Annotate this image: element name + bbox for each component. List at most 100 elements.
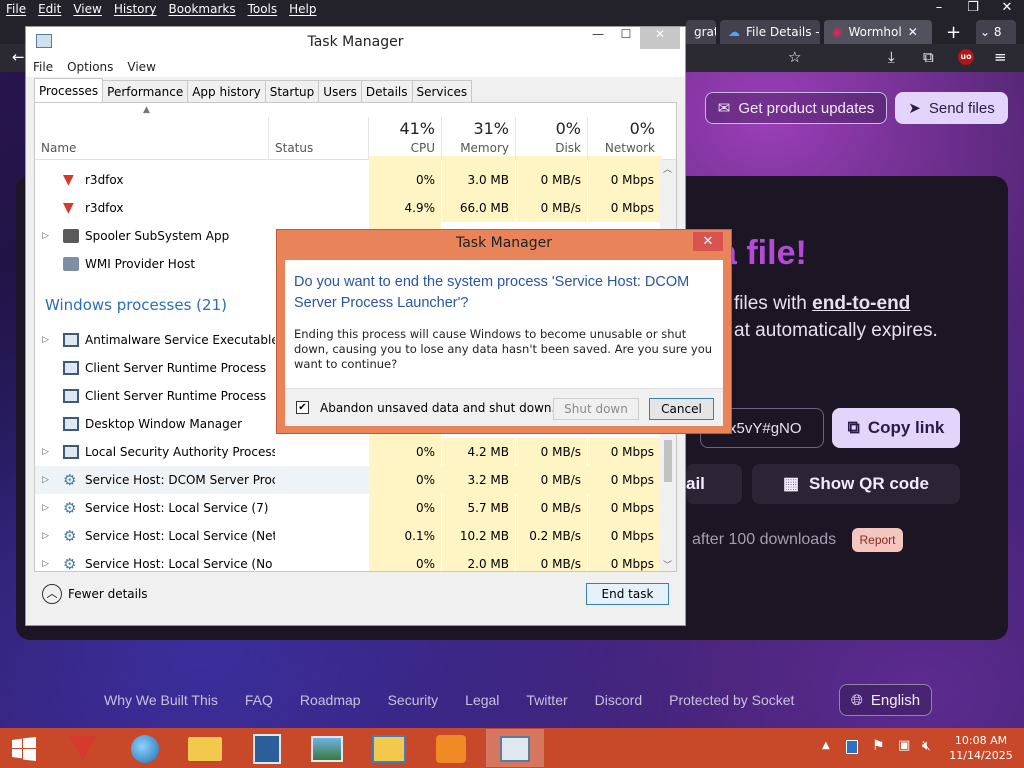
tab-performance[interactable]: Performance bbox=[102, 80, 189, 102]
hamburger-menu-icon[interactable]: ≡ bbox=[994, 48, 1007, 66]
start-button[interactable] bbox=[0, 729, 48, 767]
scrollbar-thumb[interactable] bbox=[664, 440, 672, 482]
tab-list-button[interactable]: ⌄ 8 bbox=[976, 20, 1016, 44]
tray-overflow-icon[interactable]: ▲ bbox=[822, 740, 830, 768]
footer-link-twitter[interactable]: Twitter bbox=[526, 692, 567, 708]
table-row[interactable]: ▷ ⚙ Service Host: Local Service (No I...… bbox=[35, 550, 662, 571]
table-row-selected[interactable]: ▷ ⚙ Service Host: DCOM Server Proc... 0%… bbox=[35, 466, 662, 494]
battery-icon[interactable] bbox=[846, 740, 858, 754]
footer-link-faq[interactable]: FAQ bbox=[245, 692, 273, 708]
menu-bookmarks[interactable]: Bookmarks bbox=[163, 0, 242, 20]
extensions-icon[interactable]: ⧉ bbox=[923, 48, 934, 66]
tab-count: 8 bbox=[993, 25, 1002, 39]
expand-arrow-icon[interactable]: ▷ bbox=[42, 438, 49, 466]
taskbar-browser[interactable] bbox=[116, 729, 174, 767]
tab-services[interactable]: Services bbox=[411, 80, 473, 102]
tm-menu-view[interactable]: View bbox=[120, 57, 162, 77]
menu-view[interactable]: View bbox=[67, 0, 107, 20]
expand-arrow-icon[interactable]: ▷ bbox=[42, 326, 49, 354]
abandon-data-label[interactable]: Abandon unsaved data and shut down. bbox=[320, 401, 555, 415]
play-icon bbox=[436, 735, 466, 763]
new-tab-button[interactable]: + bbox=[940, 20, 966, 44]
footer-link-discord[interactable]: Discord bbox=[595, 692, 642, 708]
column-disk[interactable]: Disk bbox=[517, 141, 581, 155]
expand-arrow-icon[interactable]: ▷ bbox=[42, 466, 49, 494]
column-cpu[interactable]: CPU bbox=[371, 141, 435, 155]
send-files-button[interactable]: ➤ Send files bbox=[895, 92, 1008, 124]
close-button[interactable]: ✕ bbox=[640, 27, 680, 49]
taskbar-r3dfox[interactable] bbox=[54, 729, 112, 767]
footer-link-legal[interactable]: Legal bbox=[465, 692, 499, 708]
close-button[interactable]: ✕ bbox=[990, 0, 1024, 15]
expand-arrow-icon[interactable]: ▷ bbox=[42, 550, 49, 571]
e2e-link[interactable]: end-to-end bbox=[812, 293, 910, 314]
show-qr-button[interactable]: ▦ Show QR code bbox=[752, 464, 960, 504]
browser-tab-active[interactable]: ◉ Wormhol ✕ bbox=[824, 20, 932, 44]
taskbar-photos[interactable] bbox=[298, 729, 356, 767]
table-row[interactable]: ▷ ⚙ Service Host: Local Service (Net... … bbox=[35, 522, 662, 550]
column-memory[interactable]: Memory bbox=[443, 141, 509, 155]
menu-history[interactable]: History bbox=[108, 0, 163, 20]
minimize-button[interactable]: – bbox=[922, 0, 956, 15]
download-icon[interactable]: ⤓ bbox=[888, 48, 895, 66]
menu-edit[interactable]: Edit bbox=[32, 0, 67, 20]
tab-processes[interactable]: Processes bbox=[34, 78, 104, 102]
ublock-icon[interactable]: uo bbox=[958, 49, 974, 65]
menu-help[interactable]: Help bbox=[283, 0, 322, 20]
group-header-windows-processes[interactable]: Windows processes (21) bbox=[45, 296, 227, 314]
table-row[interactable]: ▼ r3dfox 0% 3.0 MB 0 MB/s 0 Mbps bbox=[35, 166, 662, 194]
action-center-flag-icon[interactable]: ⚑ bbox=[872, 738, 885, 768]
fewer-details-link[interactable]: Fewer details bbox=[68, 587, 148, 601]
tm-menu-options[interactable]: Options bbox=[60, 57, 120, 77]
tab-users[interactable]: Users bbox=[318, 80, 362, 102]
expand-arrow-icon[interactable]: ▷ bbox=[42, 494, 49, 522]
cancel-button[interactable]: Cancel bbox=[649, 398, 714, 420]
end-task-button[interactable]: End task bbox=[586, 583, 669, 605]
dialog-close-button[interactable]: ✕ bbox=[693, 232, 723, 251]
scroll-up-arrow-icon[interactable]: ︿ bbox=[663, 162, 672, 175]
menu-file[interactable]: File bbox=[0, 0, 32, 20]
tab-details[interactable]: Details bbox=[360, 80, 413, 102]
taskbar-media-player[interactable] bbox=[422, 729, 480, 767]
clock[interactable]: 10:08 AM 11/14/2025 bbox=[946, 733, 1016, 768]
footer-link-roadmap[interactable]: Roadmap bbox=[300, 692, 361, 708]
email-button[interactable]: ail bbox=[686, 464, 742, 504]
minimize-button[interactable]: — bbox=[584, 27, 612, 49]
tab-startup[interactable]: Startup bbox=[264, 80, 320, 102]
get-updates-button[interactable]: ✉ Get product updates bbox=[705, 92, 887, 124]
expand-arrow-icon[interactable]: ▷ bbox=[42, 522, 49, 550]
tab-app-history[interactable]: App history bbox=[187, 80, 266, 102]
footer-link-socket[interactable]: Protected by Socket bbox=[669, 692, 794, 708]
volume-muted-icon[interactable]: 🔇︎ bbox=[922, 738, 931, 768]
table-row[interactable]: ▷ Local Security Authority Process... 0%… bbox=[35, 438, 662, 466]
restore-button[interactable]: ❐ bbox=[956, 0, 990, 15]
taskbar-video[interactable] bbox=[238, 729, 296, 767]
expand-arrow-icon[interactable]: ▷ bbox=[42, 222, 49, 250]
back-arrow-icon[interactable]: ← bbox=[12, 48, 25, 66]
footer-link-why[interactable]: Why We Built This bbox=[104, 692, 218, 708]
star-bookmark-icon[interactable]: ☆ bbox=[788, 48, 801, 66]
column-network[interactable]: Network bbox=[589, 141, 655, 155]
browser-tab[interactable]: ☁ File Details - I bbox=[720, 20, 820, 44]
menu-tools[interactable]: Tools bbox=[242, 0, 284, 20]
report-button[interactable]: Report bbox=[852, 528, 903, 552]
column-name[interactable]: Name bbox=[41, 141, 76, 155]
maximize-button[interactable]: ☐ bbox=[612, 27, 640, 49]
collapse-up-icon[interactable]: ︿ bbox=[42, 584, 62, 604]
abandon-data-checkbox[interactable]: ✔ bbox=[296, 401, 309, 414]
copy-link-button[interactable]: ⧉ Copy link bbox=[832, 408, 960, 448]
table-row[interactable]: ▷ ⚙ Service Host: Local Service (7) 0% 5… bbox=[35, 494, 662, 522]
taskbar-file-explorer[interactable] bbox=[176, 729, 234, 767]
close-tab-icon[interactable]: ✕ bbox=[908, 25, 918, 39]
footer-link-security[interactable]: Security bbox=[388, 692, 439, 708]
shut-down-button[interactable]: Shut down bbox=[553, 398, 639, 420]
browser-tab[interactable]: grat bbox=[686, 20, 716, 44]
table-row[interactable]: ▼ r3dfox 4.9% 66.0 MB 0 MB/s 0 Mbps bbox=[35, 194, 662, 222]
tm-menu-file[interactable]: File bbox=[26, 57, 60, 77]
taskbar-task-manager[interactable] bbox=[486, 729, 544, 767]
column-status[interactable]: Status bbox=[275, 141, 313, 155]
language-button[interactable]: 🌐︎ English bbox=[839, 684, 932, 716]
scroll-down-arrow-icon[interactable]: ﹀ bbox=[663, 558, 672, 571]
network-icon[interactable]: ▣ bbox=[898, 738, 910, 768]
taskbar-control-panel[interactable] bbox=[360, 729, 418, 767]
